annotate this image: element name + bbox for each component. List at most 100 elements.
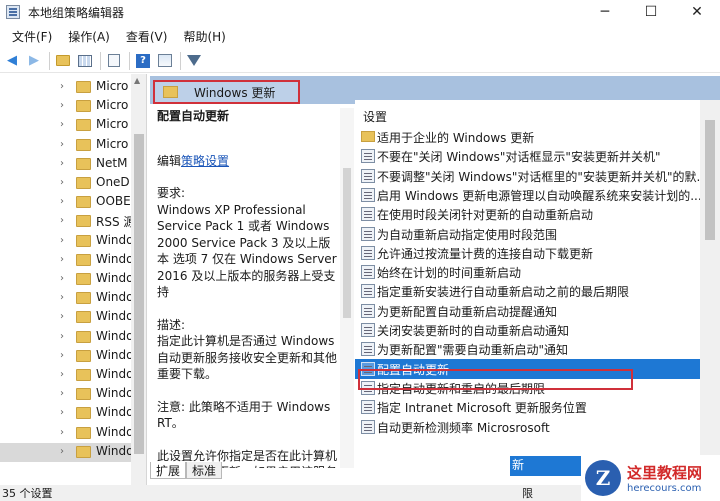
tree-item[interactable]: › Micro [0, 116, 146, 135]
expand-chevron-icon[interactable]: › [60, 119, 64, 130]
list-scrollbar[interactable] [700, 100, 720, 485]
expand-chevron-icon[interactable]: › [60, 331, 64, 342]
tree-item[interactable]: › Windo [0, 251, 146, 270]
tree-item[interactable]: › Windo [0, 232, 146, 251]
scroll-thumb[interactable] [134, 134, 144, 454]
policy-setting-icon [361, 419, 375, 434]
filter-button[interactable] [184, 51, 204, 71]
expand-chevron-icon[interactable]: › [60, 311, 64, 322]
back-button[interactable]: ◀ [2, 51, 22, 71]
policy-setting-row[interactable]: 启用 Windows 更新电源管理以自动唤醒系统来安装计划的... [355, 185, 700, 205]
watermark: Z 这里教程网 herecours.com [581, 455, 720, 501]
filter-icon [187, 55, 201, 66]
tree-item-label: Windo [96, 347, 134, 362]
policy-setting-row[interactable]: 指定重新安装进行自动重新启动之前的最后期限 [355, 281, 700, 301]
tree-item[interactable]: › Micro [0, 136, 146, 155]
up-button[interactable] [53, 51, 73, 71]
tree-pane[interactable]: › Micro › Micro › Micro › Micro › NetM › OneD › OOBE ›… [0, 74, 147, 485]
tree-item-label: NetM [96, 155, 128, 170]
properties-button[interactable] [155, 51, 175, 71]
edit-policy-link[interactable]: 策略设置 [181, 154, 229, 168]
tree-item[interactable]: › Windo [0, 366, 146, 385]
tree-item[interactable]: › Windo [0, 289, 146, 308]
expand-chevron-icon[interactable]: › [60, 215, 64, 226]
policy-setting-row[interactable]: 在使用时段关闭针对更新的自动重新启动 [355, 204, 700, 224]
policy-setting-row[interactable]: 允许通过按流量计费的连接自动下载更新 [355, 243, 700, 263]
expand-chevron-icon[interactable]: › [60, 235, 64, 246]
help-icon: ? [136, 53, 150, 68]
forward-arrow-icon: ▶ [29, 53, 39, 68]
tree-item[interactable]: › Windo [0, 328, 146, 347]
tree-item-label: Windo [96, 367, 134, 381]
policy-setting-row[interactable]: 始终在计划的时间重新启动 [355, 262, 700, 282]
tree-item[interactable]: › Windo [0, 404, 146, 423]
menu-file[interactable]: 文件(F) [4, 28, 60, 45]
tree-item[interactable]: › OneD [0, 174, 146, 193]
expand-chevron-icon[interactable]: › [60, 177, 64, 188]
expand-chevron-icon[interactable]: › [60, 139, 64, 150]
tree-item[interactable]: › Windo [0, 424, 146, 443]
tab-extended[interactable]: 扩展 [150, 462, 187, 479]
policy-setting-icon [361, 265, 375, 280]
toolbar-divider [49, 51, 50, 70]
maximize-button[interactable]: ☐ [628, 0, 674, 24]
expand-chevron-icon[interactable]: › [60, 388, 64, 399]
tree-item[interactable]: › Windo [0, 385, 146, 404]
policy-setting-row[interactable]: 为更新配置自动重新启动提醒通知 [355, 301, 700, 321]
scroll-up-icon[interactable]: ▲ [134, 76, 140, 85]
tree-scrollbar[interactable]: ▲ [131, 74, 146, 485]
expand-chevron-icon[interactable]: › [60, 273, 64, 284]
expand-chevron-icon[interactable]: › [60, 81, 64, 92]
policy-setting-row[interactable]: 自动更新检测频率 Microsrosoft [355, 417, 700, 437]
expand-chevron-icon[interactable]: › [60, 292, 64, 303]
menu-help[interactable]: 帮助(H) [175, 28, 233, 45]
tree-item-label: Windo [96, 290, 134, 305]
menu-action[interactable]: 操作(A) [60, 28, 118, 45]
export-list-button[interactable] [104, 51, 124, 71]
tree-item[interactable]: › Micro [0, 97, 146, 116]
tree-item[interactable]: › NetM [0, 155, 146, 174]
tree-item[interactable]: › Micro [0, 78, 146, 97]
tree-item[interactable]: › Windo [0, 442, 146, 462]
selected-row-fragment: 新 [510, 456, 582, 476]
show-hide-tree-button[interactable] [75, 51, 95, 71]
expand-chevron-icon[interactable]: › [60, 158, 64, 169]
tree-item[interactable]: › Windo [0, 270, 146, 289]
help-button[interactable]: ? [133, 51, 153, 71]
tree-item-label: Windo [96, 443, 134, 458]
tree-item[interactable]: › OOBE [0, 193, 146, 212]
settings-column-header[interactable]: 设置 [363, 108, 387, 125]
expand-chevron-icon[interactable]: › [60, 427, 64, 438]
minimize-button[interactable]: ─ [582, 0, 628, 24]
tree-item-label: Windo [96, 405, 134, 420]
tree-item[interactable]: › Windo [0, 308, 146, 327]
expand-chevron-icon[interactable]: › [60, 446, 64, 457]
expand-chevron-icon[interactable]: › [60, 369, 64, 380]
tree-item[interactable]: › Windo [0, 347, 146, 366]
expand-chevron-icon[interactable]: › [60, 350, 64, 361]
folder-icon [76, 330, 91, 343]
folder-icon [76, 81, 91, 93]
scroll-thumb[interactable] [343, 168, 351, 318]
expand-chevron-icon[interactable]: › [60, 100, 64, 111]
policy-setting-row[interactable]: 不要调整"关闭 Windows"对话框里的"安装更新并关机"的默... [355, 166, 700, 186]
scroll-thumb[interactable] [705, 120, 715, 240]
details-header-label: Windows 更新 [194, 85, 276, 100]
expand-chevron-icon[interactable]: › [60, 254, 64, 265]
policy-setting-row[interactable]: 为自动重新启动指定使用时段范围 [355, 224, 700, 244]
policy-setting-row[interactable]: 为更新配置"需要自动重新启动"通知 [355, 339, 700, 359]
forward-button[interactable]: ▶ [24, 51, 44, 71]
toolbar: ◀ ▶ ? [0, 49, 720, 73]
description-scrollbar[interactable] [340, 108, 354, 468]
expand-chevron-icon[interactable]: › [60, 196, 64, 207]
policy-setting-row[interactable]: 指定 Intranet Microsoft 更新服务位置 [355, 397, 700, 417]
policy-setting-row[interactable]: 关闭安装更新时的自动重新启动通知 [355, 320, 700, 340]
up-folder-icon [56, 55, 70, 66]
list-folder-item[interactable]: 适用于企业的 Windows 更新 [355, 127, 700, 147]
tree-item[interactable]: › RSS 源 [0, 212, 146, 231]
tab-standard[interactable]: 标准 [186, 462, 223, 479]
menu-view[interactable]: 查看(V) [118, 28, 176, 45]
close-button[interactable]: ✕ [674, 0, 720, 24]
expand-chevron-icon[interactable]: › [60, 407, 64, 418]
policy-setting-row[interactable]: 不要在"关闭 Windows"对话框显示"安装更新并关机" [355, 146, 700, 166]
